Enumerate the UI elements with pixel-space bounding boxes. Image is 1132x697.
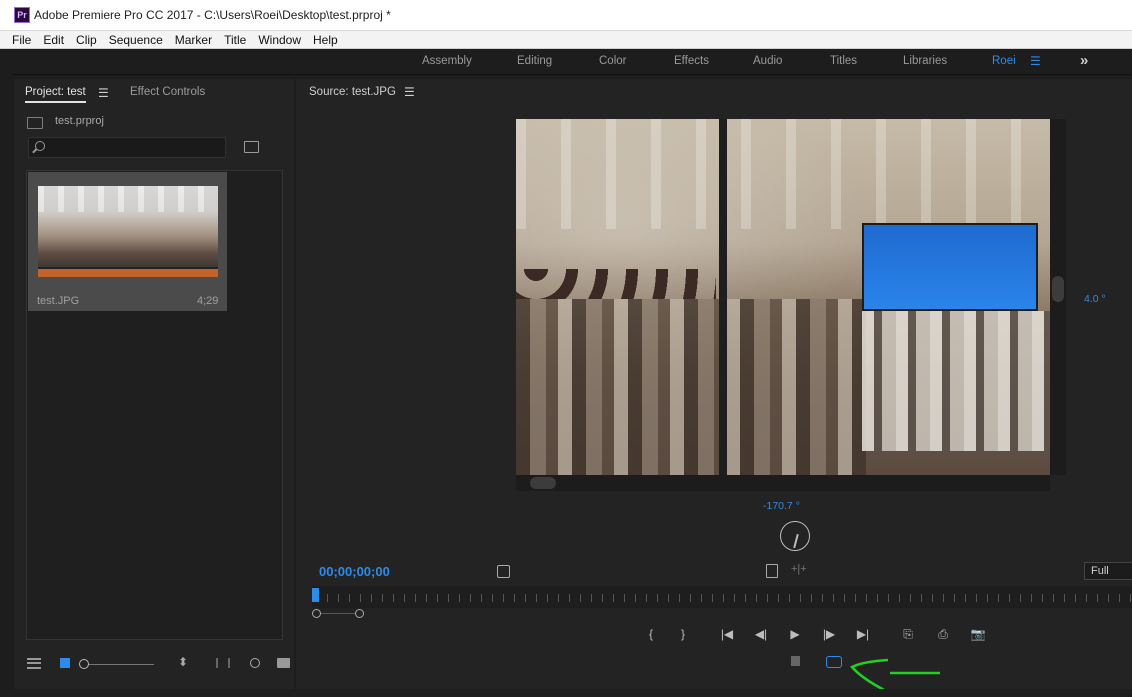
workspaces-overflow-icon[interactable]: »: [1080, 52, 1088, 69]
go-to-out-button[interactable]: ▶|: [853, 627, 873, 641]
step-back-button[interactable]: ◀|: [751, 627, 771, 641]
workspace-effects[interactable]: Effects: [674, 55, 709, 67]
premiere-workspace: Assembly Editing Color Effects Audio Tit…: [12, 49, 1132, 689]
playhead-timecode[interactable]: 00;00;00;00: [319, 564, 390, 579]
clip-duration: 4;29: [197, 295, 219, 307]
new-search-bin-icon[interactable]: [244, 141, 259, 153]
project-panel-menu-icon[interactable]: ☰: [98, 86, 109, 100]
overwrite-button[interactable]: ⎙: [933, 627, 953, 642]
clip-thumbnail: [38, 186, 218, 277]
menu-sequence[interactable]: Sequence: [109, 33, 163, 47]
project-items-area: test.JPG 4;29: [26, 170, 283, 640]
zoom-scroll-end-handle[interactable]: [355, 609, 364, 618]
playback-resolution-select[interactable]: Full: [1084, 562, 1132, 580]
vr-vertical-scrollbar[interactable]: [1050, 119, 1066, 475]
menu-file[interactable]: File: [12, 33, 31, 47]
workspace-libraries[interactable]: Libraries: [903, 55, 947, 67]
monitor-settings-icon[interactable]: [766, 564, 778, 578]
add-marker-icon[interactable]: [791, 656, 800, 666]
export-frame-button[interactable]: 📷: [968, 627, 988, 641]
project-search-input[interactable]: [28, 137, 226, 158]
tab-project[interactable]: Project: test: [25, 86, 86, 103]
menu-window[interactable]: Window: [258, 33, 301, 47]
insert-button[interactable]: ⎘: [898, 627, 918, 642]
thumbnail-zoom-slider[interactable]: [84, 664, 154, 665]
time-ruler[interactable]: [312, 586, 1132, 608]
clip-name: test.JPG: [37, 295, 80, 307]
tab-source[interactable]: Source: test.JPG: [309, 86, 396, 98]
vr-vertical-angle[interactable]: 4.0 °: [1084, 293, 1106, 305]
source-monitor: Source: test.JPG ☰ 4.0 ° -170.7 ° 00;00;…: [296, 79, 1132, 689]
workspaces-bar: Assembly Editing Color Effects Audio Tit…: [12, 49, 1132, 75]
playhead[interactable]: [312, 588, 319, 602]
icon-view-icon[interactable]: [60, 658, 70, 668]
premiere-app-icon: Pr: [14, 7, 30, 23]
find-icon[interactable]: [250, 658, 260, 668]
vr-rotation-dial[interactable]: [780, 521, 810, 551]
search-icon: [35, 141, 45, 151]
workspace-menu-icon[interactable]: ☰: [1030, 54, 1041, 68]
workspace-color[interactable]: Color: [599, 55, 626, 67]
vr-horizontal-angle[interactable]: -170.7 °: [763, 500, 800, 512]
workspace-titles[interactable]: Titles: [830, 55, 857, 67]
source-panel-menu-icon[interactable]: ☰: [404, 85, 415, 99]
automate-to-sequence-icon[interactable]: [216, 658, 230, 668]
workspace-audio[interactable]: Audio: [753, 55, 782, 67]
project-panel-footer: ⬍: [24, 655, 294, 675]
transport-controls: { } |◀ ◀| ▶ |▶ ▶| ⎘ ⎙ 📷: [641, 627, 1061, 645]
zoom-slider-handle[interactable]: [79, 659, 89, 669]
workspace-roei[interactable]: Roei: [992, 55, 1016, 67]
menu-title[interactable]: Title: [224, 33, 246, 47]
clip-item[interactable]: test.JPG 4;29: [28, 172, 227, 311]
menu-bar: File Edit Clip Sequence Marker Title Win…: [0, 31, 1132, 49]
project-file-name: test.prproj: [55, 115, 104, 127]
project-panel: Project: test ☰ Effect Controls test.prp…: [14, 79, 294, 689]
menu-help[interactable]: Help: [313, 33, 338, 47]
workspace-assembly[interactable]: Assembly: [422, 55, 472, 67]
play-button[interactable]: ▶: [785, 627, 805, 641]
drag-video-icon[interactable]: [497, 565, 510, 578]
project-folder-icon: [27, 117, 43, 129]
vertical-scroll-handle[interactable]: [1052, 276, 1064, 302]
mark-out-button[interactable]: }: [673, 627, 693, 641]
step-forward-button[interactable]: |▶: [819, 627, 839, 641]
workspace-editing[interactable]: Editing: [517, 55, 552, 67]
source-video-frame[interactable]: [516, 119, 1050, 475]
list-view-icon[interactable]: [27, 658, 41, 669]
sort-icons-icon[interactable]: ⬍: [178, 655, 188, 669]
horizontal-scroll-handle[interactable]: [530, 477, 556, 489]
menu-marker[interactable]: Marker: [175, 33, 212, 47]
mark-in-button[interactable]: {: [641, 627, 661, 641]
tab-effect-controls[interactable]: Effect Controls: [130, 86, 205, 98]
fit-icon[interactable]: +|+: [791, 563, 807, 575]
window-title: Adobe Premiere Pro CC 2017 - C:\Users\Ro…: [34, 8, 391, 22]
title-bar: Pr Adobe Premiere Pro CC 2017 - C:\Users…: [0, 0, 1132, 31]
zoom-scroll-start-handle[interactable]: [312, 609, 321, 618]
new-bin-icon[interactable]: [277, 658, 290, 668]
menu-clip[interactable]: Clip: [76, 33, 97, 47]
menu-edit[interactable]: Edit: [43, 33, 64, 47]
vr-horizontal-scrollbar[interactable]: [516, 475, 1050, 491]
go-to-in-button[interactable]: |◀: [717, 627, 737, 641]
toggle-vr-video-display-icon[interactable]: [826, 656, 842, 668]
